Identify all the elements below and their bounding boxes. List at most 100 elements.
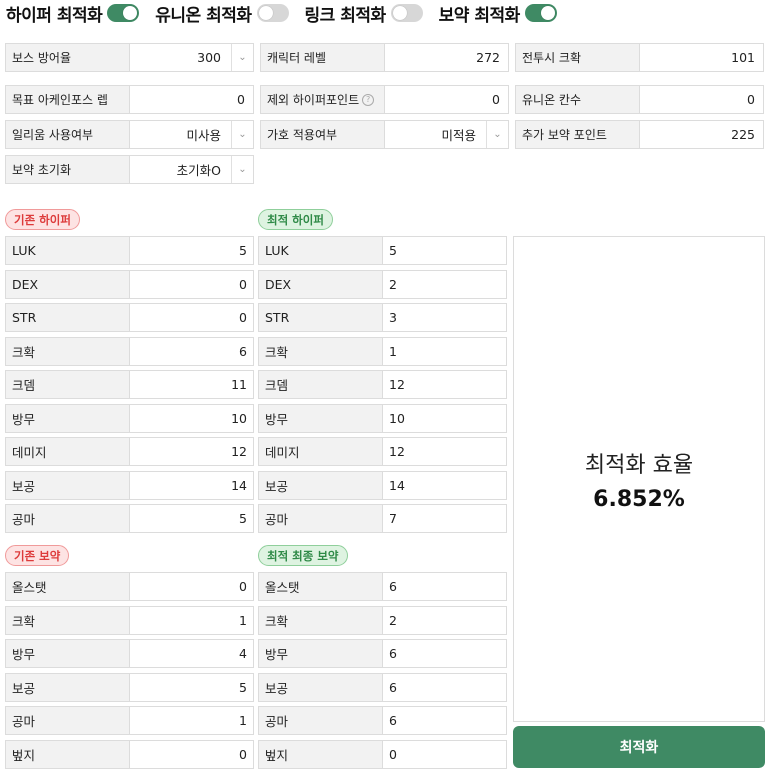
stat-label: 보공	[6, 673, 130, 701]
stat-input[interactable]: 1	[130, 606, 253, 634]
stat-input[interactable]: 0	[130, 304, 253, 331]
stat-value: 5	[383, 237, 506, 264]
stat-label: 보공	[259, 471, 383, 499]
table-row: 벞지 0	[5, 739, 254, 769]
table-row: STR 0	[5, 303, 254, 332]
union-slots-input[interactable]: 0	[640, 86, 763, 113]
boss-defense-select[interactable]: 300 ⌄	[130, 44, 253, 71]
ilium-field: 일리움 사용여부 미사용 ⌄	[5, 120, 254, 149]
table-row: 방무 10	[258, 403, 507, 433]
stat-value: 7	[383, 505, 506, 532]
ilium-select[interactable]: 미사용 ⌄	[130, 121, 253, 148]
toggle-link-label: 링크 최적화	[304, 5, 387, 26]
stat-label: DEX	[6, 270, 130, 298]
arcane-level-input[interactable]: 0	[130, 86, 253, 113]
table-row: 보공 14	[258, 470, 507, 500]
stat-label: STR	[6, 304, 130, 331]
table-row: 방무 10	[5, 403, 254, 433]
stat-input[interactable]: 5	[130, 505, 253, 532]
stat-input[interactable]: 5	[130, 237, 253, 264]
toggle-hyper-switch[interactable]	[107, 4, 140, 22]
stat-input[interactable]: 5	[130, 673, 253, 701]
stat-input[interactable]: 4	[130, 640, 253, 667]
table-row: LUK 5	[258, 236, 507, 265]
stat-value: 2	[383, 270, 506, 298]
stat-label: LUK	[259, 237, 383, 264]
potion-reset-field: 보약 초기화 초기화O ⌄	[5, 155, 254, 184]
stat-label: 데미지	[259, 438, 383, 465]
stat-input[interactable]: 10	[130, 404, 253, 432]
blessing-label: 가호 적용여부	[261, 121, 385, 148]
stat-input[interactable]: 11	[130, 371, 253, 398]
stat-label: STR	[259, 304, 383, 331]
char-level-field: 캐릭터 레벨 272	[260, 43, 509, 72]
ilium-label: 일리움 사용여부	[6, 121, 130, 148]
stat-value: 12	[383, 371, 506, 398]
current-potion-table: 올스탯 0 크확 1 방무 4 보공 5 공마 1 벞지 0	[5, 572, 254, 773]
optimal-potion-badge: 최적 최종 보약	[258, 545, 348, 566]
stat-input[interactable]: 6	[130, 337, 253, 365]
stat-label: 데미지	[6, 438, 130, 465]
settings-panel: 보스 방어율 300 ⌄ 캐릭터 레벨 272 전투시 크확 101 목표 아케…	[5, 43, 765, 190]
stat-input[interactable]: 0	[130, 573, 253, 600]
stat-label: 보공	[6, 471, 130, 499]
stat-label: 크확	[259, 337, 383, 365]
table-row: 방무 6	[258, 639, 507, 668]
toggle-hyper: 하이퍼 최적화	[6, 1, 140, 26]
union-slots-field: 유니온 칸수 0	[515, 85, 764, 114]
blessing-select[interactable]: 미적용 ⌄	[385, 121, 508, 148]
stat-value: 6	[383, 673, 506, 701]
stat-value: 6	[383, 640, 506, 667]
current-hyper-table: LUK 5 DEX 0 STR 0 크확 6 크뎀 11 방무 10 데미지 12 보공 14 공마 5	[5, 236, 254, 538]
toggle-link-switch[interactable]	[390, 4, 423, 22]
stat-input[interactable]: 1	[130, 707, 253, 734]
excluded-hyper-field: 제외 하이퍼포인트 ? 0	[260, 85, 509, 114]
toggle-union-switch[interactable]	[256, 4, 289, 22]
stat-input[interactable]: 0	[130, 270, 253, 298]
toggle-potion-switch[interactable]	[524, 4, 557, 22]
char-level-input[interactable]: 272	[385, 44, 508, 71]
stat-label: LUK	[6, 237, 130, 264]
stat-label: DEX	[259, 270, 383, 298]
potion-reset-select[interactable]: 초기화O ⌄	[130, 156, 253, 183]
chevron-down-icon: ⌄	[231, 156, 253, 183]
combat-crit-input[interactable]: 101	[640, 44, 763, 71]
stat-input[interactable]: 0	[130, 740, 253, 768]
stat-input[interactable]: 12	[130, 438, 253, 465]
optimize-button[interactable]: 최적화	[513, 726, 765, 768]
excluded-hyper-label: 제외 하이퍼포인트	[267, 93, 360, 107]
help-icon[interactable]: ?	[362, 93, 375, 106]
current-potion-badge: 기존 보약	[5, 545, 70, 566]
blessing-field: 가호 적용여부 미적용 ⌄	[260, 120, 509, 149]
table-row: 방무 4	[5, 639, 254, 668]
excluded-hyper-label-wrap: 제외 하이퍼포인트 ?	[261, 86, 385, 113]
stat-label: 크뎀	[6, 371, 130, 398]
table-row: 크확 1	[5, 605, 254, 635]
stat-label: 보공	[259, 673, 383, 701]
current-hyper-badge: 기존 하이퍼	[5, 209, 80, 230]
excluded-hyper-input[interactable]: 0	[385, 86, 508, 113]
table-row: 크뎀 12	[258, 370, 507, 399]
table-row: 크확 6	[5, 336, 254, 366]
table-row: DEX 0	[5, 269, 254, 299]
table-row: 보공 6	[258, 672, 507, 702]
table-row: 데미지 12	[5, 437, 254, 466]
stat-value: 12	[383, 438, 506, 465]
stat-input[interactable]: 14	[130, 471, 253, 499]
stat-value: 6	[383, 573, 506, 600]
optimal-potion-table: 올스탯 6 크확 2 방무 6 보공 6 공마 6 벞지 0	[258, 572, 507, 773]
toggle-union-label: 유니온 최적화	[155, 5, 252, 26]
table-row: 벞지 0	[258, 739, 507, 769]
toggle-union: 유니온 최적화	[155, 1, 289, 26]
stat-label: 방무	[259, 404, 383, 432]
combat-crit-field: 전투시 크확 101	[515, 43, 764, 72]
chevron-down-icon: ⌄	[231, 121, 253, 148]
stat-value: 3	[383, 304, 506, 331]
stat-label: 방무	[6, 404, 130, 432]
extra-potion-input[interactable]: 225	[640, 121, 763, 148]
table-row: 크확 2	[258, 605, 507, 635]
table-row: 공마 1	[5, 706, 254, 735]
stat-label: 공마	[259, 505, 383, 532]
optimal-hyper-table: LUK 5 DEX 2 STR 3 크확 1 크뎀 12 방무 10 데미지 12 보공 14 공마 7	[258, 236, 507, 538]
table-row: 올스탯 0	[5, 572, 254, 601]
